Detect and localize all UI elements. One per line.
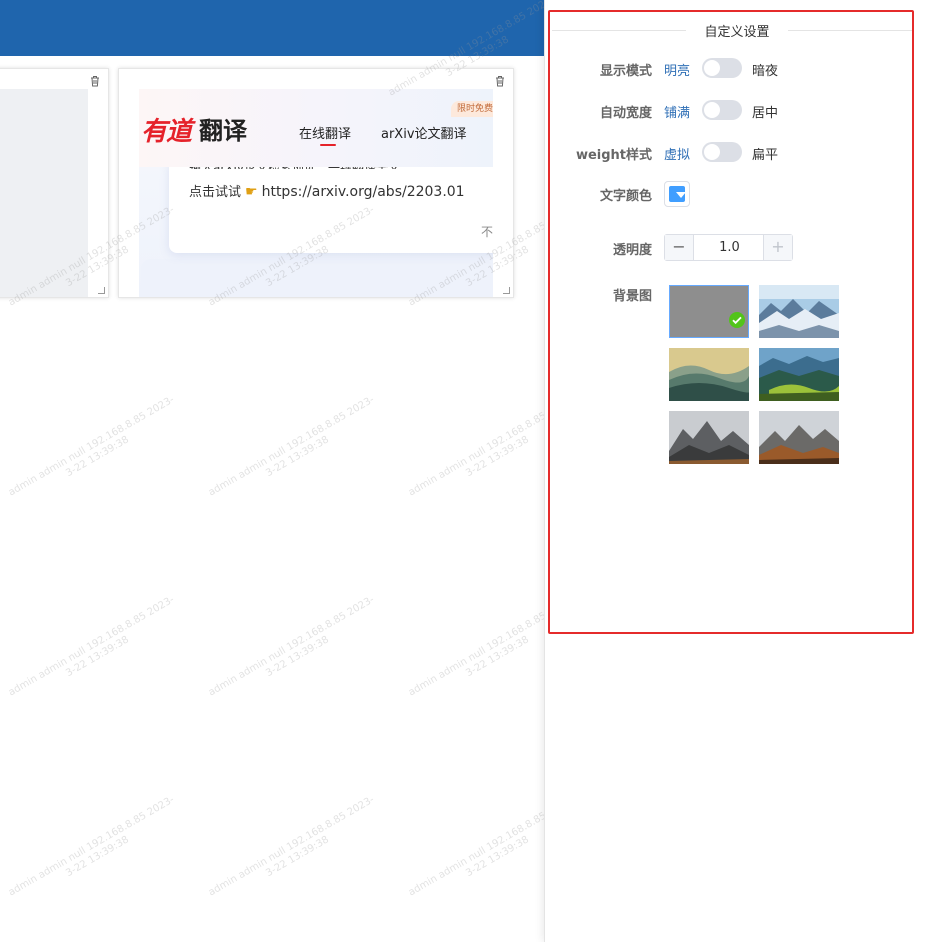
- free-badge: 限时免费: [451, 101, 493, 117]
- youdao-logo-name: 翻译: [199, 117, 247, 145]
- auto-width-switch[interactable]: [702, 100, 742, 120]
- switch-knob: [704, 144, 720, 160]
- youdao-try-label: 点击试试: [189, 185, 242, 200]
- opacity-label: 透明度: [612, 243, 652, 258]
- pointing-hand-icon: ☛: [245, 184, 258, 200]
- background-option-snow-mountains[interactable]: [759, 285, 839, 338]
- auto-width-option-fill[interactable]: 铺满: [664, 102, 690, 121]
- youdao-embed: 输入arXiv论文检索地址，一键翻译全文 点击试试☛https://arxiv.…: [139, 89, 493, 297]
- background-option-autumn-peaks[interactable]: [759, 411, 839, 464]
- youdao-input-box[interactable]: 输入arXiv论文检索地址，一键翻译全文 点击试试☛https://arxiv.…: [169, 159, 493, 253]
- weight-style-option-flat[interactable]: 扁平: [752, 144, 778, 163]
- youdao-example-url[interactable]: https://arxiv.org/abs/2203.01: [262, 184, 465, 200]
- chevron-down-icon: [676, 192, 686, 198]
- display-mode-label: 显示模式: [599, 64, 652, 79]
- widget-card-youdao[interactable]: 输入arXiv论文检索地址，一键翻译全文 点击试试☛https://arxiv.…: [118, 68, 514, 298]
- youdao-logo-mark: 有道: [141, 117, 192, 147]
- trash-icon[interactable]: [88, 73, 102, 87]
- opacity-value[interactable]: 1.0: [694, 235, 765, 260]
- active-tab-indicator: [320, 144, 336, 146]
- auto-width-label: 自动宽度: [599, 106, 652, 121]
- text-color-label: 文字颜色: [599, 189, 652, 204]
- resize-handle[interactable]: [98, 287, 105, 294]
- tab-online-translate[interactable]: 在线翻译: [299, 123, 351, 142]
- text-color-picker[interactable]: [664, 181, 690, 207]
- decrease-button[interactable]: −: [665, 235, 694, 260]
- youdao-header: 有道 翻译 在线翻译 arXiv论文翻译 限时免费: [139, 89, 493, 167]
- trash-icon[interactable]: [493, 73, 507, 87]
- opacity-stepper[interactable]: − 1.0 +: [664, 234, 793, 261]
- weight-style-switch[interactable]: [702, 142, 742, 162]
- widget-card-left[interactable]: [0, 68, 109, 298]
- resize-handle[interactable]: [503, 287, 510, 294]
- background-option-green-valley[interactable]: [759, 348, 839, 401]
- youdao-more-text: 不: [481, 225, 493, 239]
- switch-knob: [704, 102, 720, 118]
- youdao-lower-panel: [141, 259, 493, 297]
- weight-style-option-virtual[interactable]: 虚拟: [664, 144, 690, 163]
- display-mode-switch[interactable]: [702, 58, 742, 78]
- youdao-try-line: 点击试试 ☛ https://arxiv.org/abs/2203.01: [189, 181, 465, 200]
- widget-card-left-body: [0, 89, 88, 297]
- title-divider-left: [552, 30, 686, 31]
- switch-knob: [704, 60, 720, 76]
- display-mode-option-dark[interactable]: 暗夜: [752, 60, 778, 79]
- settings-title: 自定义设置: [690, 21, 784, 40]
- auto-width-option-center[interactable]: 居中: [752, 102, 778, 121]
- tab-arxiv-translate[interactable]: arXiv论文翻译: [381, 123, 467, 142]
- weight-style-label: weight样式: [575, 148, 652, 163]
- check-icon: [729, 312, 745, 328]
- background-label: 背景图: [612, 289, 652, 304]
- background-option-rocky-peaks[interactable]: [669, 411, 749, 464]
- background-option-misty-hills[interactable]: [669, 348, 749, 401]
- increase-button[interactable]: +: [763, 235, 792, 260]
- display-mode-option-bright[interactable]: 明亮: [664, 60, 690, 79]
- title-divider-right: [788, 30, 912, 31]
- color-swatch: [669, 186, 686, 202]
